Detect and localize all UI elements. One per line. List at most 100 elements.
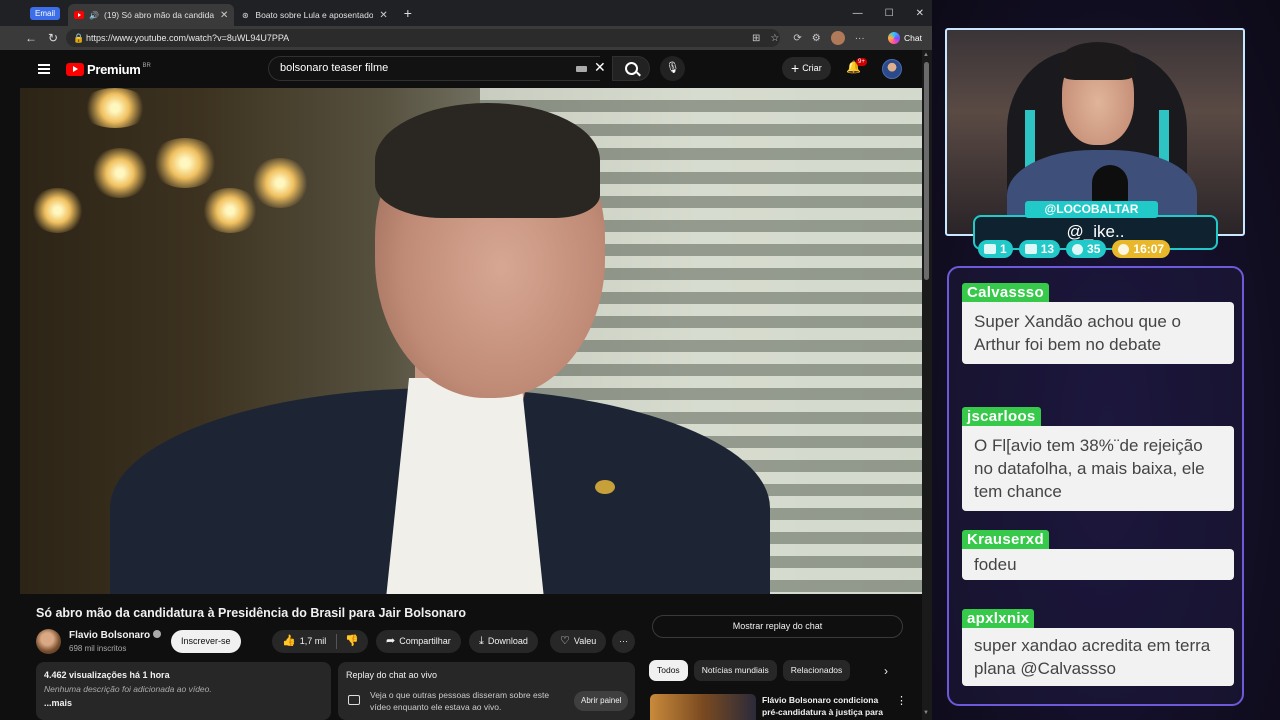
lamp-light <box>80 88 150 128</box>
url-field[interactable]: 🔒 https://www.youtube.com/watch?v=8uWL94… <box>66 29 780 47</box>
recommendation-chips: Todos Notícias mundiais Relacionados <box>649 660 851 683</box>
thumbs-down-icon[interactable]: 👎 <box>345 630 359 653</box>
chat-text: Super Xandão achou que o Arthur foi bem … <box>962 302 1234 364</box>
back-arrow-icon[interactable]: ← <box>20 31 42 45</box>
subscribe-button[interactable]: Inscrever-se <box>171 630 241 653</box>
kick-icon <box>1072 243 1084 255</box>
more-actions-button[interactable]: ··· <box>612 630 635 653</box>
scroll-thumb[interactable] <box>924 62 929 280</box>
apps-icon[interactable]: ⊞ <box>752 33 760 44</box>
copilot-chat-button[interactable]: Chat <box>882 29 928 47</box>
address-bar-row: ← ↻ 🔒 https://www.youtube.com/watch?v=8u… <box>0 26 932 50</box>
channel-avatar[interactable] <box>36 629 61 654</box>
logo-text: Premium <box>87 62 141 77</box>
speaker-shirt <box>385 378 545 594</box>
hamburger-menu-icon[interactable] <box>38 64 50 74</box>
logo-region: BR <box>142 62 151 69</box>
tab-youtube[interactable]: 🔊 (19) Só abro mão da candidat ✕ <box>68 4 235 26</box>
kick-count: 35 <box>1087 242 1101 256</box>
close-tab-icon[interactable]: ✕ <box>379 10 387 21</box>
clock-icon <box>1118 243 1130 255</box>
download-icon: ⤓ <box>479 635 484 647</box>
star-icon[interactable]: ☆ <box>770 33 779 44</box>
chat-username: apxlxnix <box>962 609 1035 628</box>
divider <box>336 634 337 649</box>
open-panel-button[interactable]: Abrir painel <box>574 691 629 711</box>
tab-title: Boato sobre Lula e aposentadoria <box>255 10 374 20</box>
video-title: Só abro mão da candidatura à Presidência… <box>36 606 466 620</box>
search-button[interactable] <box>612 56 650 81</box>
tab-bar: Email 🔊 (19) Só abro mão da candidat ✕ ⊛… <box>0 0 932 26</box>
chat-text: O Fl[avio tem 38%¨de rejeição no datafol… <box>962 426 1234 511</box>
email-tab-group[interactable]: Email <box>30 6 61 20</box>
speaker-icon[interactable]: 🔊 <box>89 10 99 20</box>
user-avatar[interactable] <box>882 59 902 79</box>
speaker-hair <box>375 103 600 218</box>
more-menu-icon[interactable]: ··· <box>855 33 865 44</box>
lamp-light <box>150 138 220 188</box>
chat-label: Chat <box>904 33 922 43</box>
views-and-date: 4.462 visualizações há 1 hora <box>44 670 170 680</box>
clear-search-icon[interactable]: ✕ <box>594 59 606 76</box>
lamp-light <box>200 188 260 233</box>
address-bar-icons: ⊞ ☆ ⟳ ⚙ ··· <box>752 26 865 50</box>
collections-icon[interactable]: ⚙ <box>812 33 821 44</box>
chip-related[interactable]: Relacionados <box>782 660 851 681</box>
channel-name: Flavio Bolsonaro <box>69 630 151 641</box>
channel-name-row[interactable]: Flavio Bolsonaro <box>69 630 162 641</box>
chip-world-news[interactable]: Notícias mundiais <box>693 660 777 681</box>
chat-username: Calvassso <box>962 283 1049 302</box>
close-tab-icon[interactable]: ✕ <box>220 10 228 21</box>
lapel-pin <box>595 480 615 494</box>
like-button[interactable]: 👍 1,7 mil 👎 <box>272 630 368 653</box>
lamp-light <box>30 188 85 233</box>
chat-text: super xandao acredita em terra plana @Ca… <box>962 628 1234 686</box>
youtube-header: Premium BR bolsonaro teaser filme ✕ 🎙 + C… <box>20 50 922 88</box>
refresh-icon[interactable]: ↻ <box>42 31 64 45</box>
minimize-icon[interactable]: — <box>853 8 863 19</box>
recommended-video-title[interactable]: Flávio Bolsonaro condiciona pré-candidat… <box>762 694 892 720</box>
page-scrollbar[interactable]: ▲ ▼ <box>922 50 932 720</box>
profile-avatar[interactable] <box>830 31 845 45</box>
youtube-count: 13 <box>1040 242 1055 256</box>
share-button[interactable]: ➦ Compartilhar <box>376 630 461 653</box>
description-box[interactable]: 4.462 visualizações há 1 hora Nenhuma de… <box>36 662 331 720</box>
video-player[interactable] <box>20 88 922 594</box>
viewer-stats: 1 13 35 16:07 <box>978 240 1171 260</box>
youtube-logo[interactable]: Premium BR <box>66 62 151 77</box>
screen: Email 🔊 (19) Só abro mão da candidat ✕ ⊛… <box>0 0 1280 720</box>
verified-icon <box>153 630 162 638</box>
show-more-link[interactable]: ...mais <box>44 698 323 708</box>
keyboard-icon[interactable] <box>576 66 587 72</box>
scroll-down-icon[interactable]: ▼ <box>923 710 929 716</box>
maximize-icon[interactable]: ☐ <box>885 8 894 19</box>
show-chat-replay-button[interactable]: Mostrar replay do chat <box>652 615 903 638</box>
search-input[interactable]: bolsonaro teaser filme <box>268 56 600 81</box>
scroll-up-icon[interactable]: ▲ <box>923 52 929 58</box>
close-window-icon[interactable]: ✕ <box>916 8 924 19</box>
recommended-video-thumbnail[interactable] <box>650 694 756 720</box>
lock-icon[interactable]: 🔒 <box>73 29 84 47</box>
copilot-icon <box>888 32 901 44</box>
subscriber-count: 698 mil inscritos <box>69 644 127 653</box>
create-label: Criar <box>802 63 822 73</box>
thanks-button[interactable]: ♡ Valeu <box>550 630 607 653</box>
thanks-label: Valeu <box>573 636 597 646</box>
chip-all[interactable]: Todos <box>649 660 688 681</box>
download-label: Download <box>487 636 528 646</box>
lamp-light <box>250 158 310 208</box>
more-options-icon[interactable]: ⋮ <box>896 694 907 707</box>
create-button[interactable]: + Criar <box>782 57 831 80</box>
tab-boato[interactable]: ⊛ Boato sobre Lula e aposentadoria ✕ <box>234 4 393 26</box>
download-button[interactable]: ⤓ Download <box>469 630 538 653</box>
thumbs-up-icon: 👍 <box>282 635 296 647</box>
url-text: https://www.youtube.com/watch?v=8uWL94U7… <box>86 33 290 43</box>
extension-icon[interactable]: ⟳ <box>793 33 801 44</box>
twitch-viewers: 1 <box>978 240 1013 258</box>
youtube-icon <box>1024 244 1037 254</box>
new-tab-button[interactable]: + <box>404 5 412 21</box>
lamp-light <box>90 148 150 198</box>
voice-search-mic-icon[interactable]: 🎙 <box>660 56 685 81</box>
stream-clock: 16:07 <box>1112 240 1171 258</box>
chevron-right-icon[interactable]: › <box>884 664 888 678</box>
